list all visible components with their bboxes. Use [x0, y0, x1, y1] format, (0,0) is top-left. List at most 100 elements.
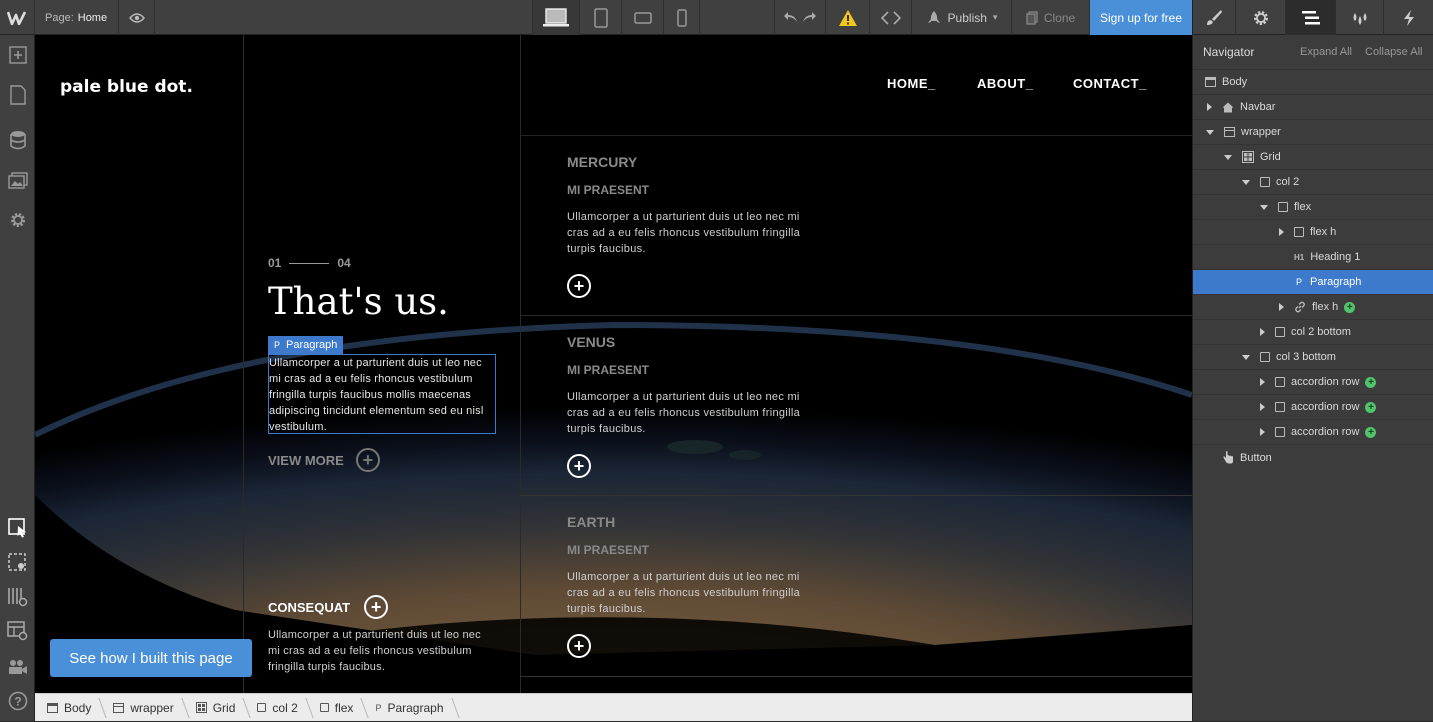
- page-name: Home: [77, 11, 108, 24]
- preview-outline-icon[interactable]: [0, 545, 35, 581]
- caret-down-icon[interactable]: [1242, 179, 1250, 185]
- add-interaction-icon[interactable]: +: [1365, 376, 1377, 388]
- see-how-button[interactable]: See how I built this page: [50, 639, 252, 677]
- caret-down-icon[interactable]: [1206, 129, 1214, 135]
- cms-database-icon[interactable]: [0, 122, 35, 158]
- caret-down-icon[interactable]: [1260, 204, 1268, 210]
- navigator-tab-icon[interactable]: [1286, 0, 1336, 35]
- nav-home-link[interactable]: HOME_: [887, 76, 936, 91]
- nav-item-flex-h-link[interactable]: flex h +: [1193, 295, 1433, 320]
- layout-preview-icon[interactable]: [0, 613, 35, 649]
- caret-right-icon[interactable]: [1260, 403, 1265, 411]
- swatches-drop-icon[interactable]: [1336, 0, 1384, 35]
- nav-item-flex-h[interactable]: flex h: [1193, 220, 1433, 245]
- section-icon: [113, 702, 125, 713]
- nav-item-grid[interactable]: Grid: [1193, 145, 1433, 170]
- caret-right-icon[interactable]: [1260, 378, 1265, 386]
- nav-item-col2[interactable]: col 2: [1193, 170, 1433, 195]
- nav-item-wrapper[interactable]: wrapper: [1193, 120, 1433, 145]
- consequat-plus-icon: +: [364, 595, 389, 619]
- nav-item-heading-1[interactable]: H1 Heading 1: [1193, 245, 1433, 270]
- div-block-icon: [1260, 177, 1270, 187]
- planet-subtitle: MI PRAESENT: [567, 183, 650, 197]
- planet-expand-plus-icon[interactable]: +: [567, 454, 591, 478]
- row-divider: [520, 676, 1192, 677]
- breadcrumb-item-flex[interactable]: flex: [308, 694, 364, 722]
- style-brush-icon[interactable]: [1192, 0, 1236, 35]
- page-selector[interactable]: Page: Home: [35, 0, 119, 35]
- nav-item-navbar[interactable]: Navbar: [1193, 95, 1433, 120]
- site-logo[interactable]: pale blue dot.: [60, 77, 193, 97]
- breadcrumb-item-col2[interactable]: col 2: [245, 694, 307, 722]
- collapse-all-button[interactable]: Collapse All: [1365, 46, 1422, 58]
- view-more-plus-icon: +: [355, 448, 380, 472]
- caret-down-icon[interactable]: [1242, 354, 1250, 360]
- add-interaction-icon[interactable]: +: [1365, 426, 1377, 438]
- hero-heading[interactable]: That's us.: [268, 280, 449, 323]
- nav-item-label: wrapper: [1241, 126, 1281, 138]
- preview-eye-icon[interactable]: [119, 0, 155, 35]
- publish-button[interactable]: Publish ▾: [912, 0, 1012, 35]
- nav-item-label: accordion row: [1291, 401, 1360, 413]
- breadcrumb-item-body[interactable]: Body: [35, 694, 101, 722]
- nav-item-accordion-row[interactable]: accordion row +: [1193, 370, 1433, 395]
- nav-item-button[interactable]: Button: [1193, 445, 1433, 470]
- add-interaction-icon[interactable]: +: [1344, 301, 1356, 313]
- nav-item-col2-bottom[interactable]: col 2 bottom: [1193, 320, 1433, 345]
- site-settings-gear-icon[interactable]: [0, 202, 35, 238]
- grid-icon: [1242, 151, 1254, 163]
- mobile-portrait-icon[interactable]: [664, 0, 700, 35]
- webflow-logo-icon[interactable]: [0, 0, 35, 35]
- nav-item-col3-bottom[interactable]: col 3 bottom: [1193, 345, 1433, 370]
- nav-contact-link[interactable]: CONTACT_: [1073, 76, 1147, 91]
- expand-all-button[interactable]: Expand All: [1300, 46, 1352, 58]
- design-canvas: pale blue dot. HOME_ ABOUT_ CONTACT_ 01 …: [35, 35, 1192, 693]
- breadcrumb-label: flex: [334, 700, 354, 715]
- caret-down-icon[interactable]: [1224, 154, 1232, 160]
- nav-item-label: Body: [1222, 76, 1248, 88]
- code-export-icon[interactable]: [870, 0, 912, 35]
- column-divider: [243, 35, 244, 693]
- breadcrumb-item-wrapper[interactable]: wrapper: [101, 694, 183, 722]
- select-tool-icon[interactable]: [0, 510, 35, 546]
- caret-right-icon[interactable]: [1260, 328, 1265, 336]
- warning-icon[interactable]: [826, 0, 870, 35]
- div-block-icon: [319, 703, 329, 712]
- nav-item-accordion-row[interactable]: accordion row +: [1193, 395, 1433, 420]
- video-tutorials-icon[interactable]: [0, 649, 35, 685]
- add-element-icon[interactable]: [0, 37, 35, 73]
- undo-redo-icon[interactable]: [774, 0, 826, 35]
- counter-start: 01: [268, 256, 282, 270]
- mobile-landscape-icon[interactable]: [622, 0, 664, 35]
- view-more-link[interactable]: VIEW MORE +: [268, 448, 380, 472]
- nav-about-link[interactable]: ABOUT_: [977, 76, 1033, 91]
- help-icon[interactable]: ?: [0, 683, 35, 719]
- navigator-header: Navigator Expand All Collapse All: [1193, 35, 1433, 70]
- nav-item-body[interactable]: Body: [1193, 70, 1433, 95]
- grid-overlay-icon[interactable]: [0, 579, 35, 615]
- nav-item-accordion-row[interactable]: accordion row +: [1193, 420, 1433, 445]
- breadcrumb-item-grid[interactable]: Grid: [184, 694, 246, 722]
- caret-right-icon[interactable]: [1279, 303, 1284, 311]
- caret-right-icon[interactable]: [1207, 103, 1212, 111]
- assets-images-icon[interactable]: [0, 163, 35, 199]
- interactions-bolt-icon[interactable]: [1384, 0, 1433, 35]
- desktop-view-icon[interactable]: [532, 0, 580, 35]
- caret-right-icon[interactable]: [1260, 428, 1265, 436]
- body-icon: [47, 702, 58, 713]
- breadcrumb-item-paragraph[interactable]: P Paragraph: [363, 694, 453, 722]
- planet-expand-plus-icon[interactable]: +: [567, 634, 591, 658]
- tablet-view-icon[interactable]: [580, 0, 622, 35]
- caret-right-icon[interactable]: [1279, 228, 1284, 236]
- signup-button[interactable]: Sign up for free: [1090, 0, 1192, 35]
- pages-icon[interactable]: [0, 77, 35, 113]
- intro-paragraph[interactable]: Ullamcorper a ut parturient duis ut leo …: [268, 354, 496, 434]
- nav-item-flex[interactable]: flex: [1193, 195, 1433, 220]
- settings-gear-icon[interactable]: [1236, 0, 1286, 35]
- clone-button[interactable]: Clone: [1012, 0, 1090, 35]
- planet-title: MERCURY: [567, 154, 638, 170]
- add-interaction-icon[interactable]: +: [1365, 401, 1377, 413]
- consequat-header[interactable]: CONSEQUAT +: [268, 595, 389, 619]
- nav-item-paragraph[interactable]: P Paragraph: [1193, 270, 1433, 295]
- planet-expand-plus-icon[interactable]: +: [567, 274, 591, 298]
